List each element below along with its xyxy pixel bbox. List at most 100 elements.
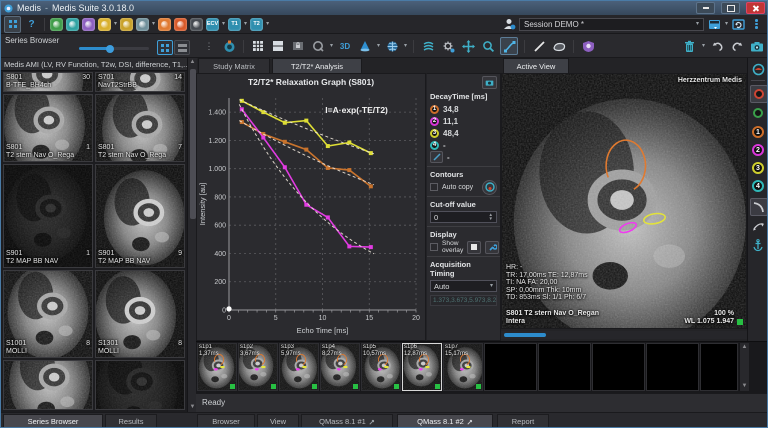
cine-slider-thumb[interactable] xyxy=(504,333,546,337)
stack-button[interactable] xyxy=(420,38,436,54)
q-caret[interactable]: ▾ xyxy=(330,43,333,49)
series-thumbnail[interactable]: S10018MOLLI xyxy=(3,270,93,358)
maximize-button[interactable] xyxy=(721,2,740,14)
settings-button[interactable] xyxy=(440,38,456,54)
line-roi-button[interactable] xyxy=(430,151,443,163)
filmstrip-scrollbar[interactable]: ▲ ▼ xyxy=(739,343,749,391)
series-thumbnail[interactable]: S80130B-TFE_BH4ch xyxy=(3,72,93,92)
tab-qmass-1[interactable]: QMass 8.1 #1 xyxy=(301,414,393,428)
series-thumbnail[interactable]: S9011T2 MAP BB NAV xyxy=(3,164,93,268)
scroll-up-icon[interactable]: ▲ xyxy=(740,343,749,352)
qreport-button[interactable] xyxy=(310,38,326,54)
zoom-button[interactable] xyxy=(480,38,496,54)
cone-caret[interactable]: ▾ xyxy=(377,43,380,49)
title-bar[interactable]: Medis - Medis Suite 3.0.18.0 xyxy=(1,1,767,15)
globe-caret[interactable]: ▾ xyxy=(404,43,407,49)
series-thumbnail[interactable]: S13018MOLLI xyxy=(95,270,185,358)
plugin-button[interactable] xyxy=(580,38,596,54)
tab-series-browser[interactable]: Series Browser xyxy=(3,414,103,428)
tab-report[interactable]: Report xyxy=(497,414,549,428)
phase-thumbnail-selected[interactable]: s1p612,87ms xyxy=(402,343,442,391)
anchor-tool-button[interactable] xyxy=(750,237,766,253)
layout-caret[interactable]: ▾ xyxy=(725,21,728,27)
series-thumbnail[interactable]: S8011T2 stern Nav O_Rega xyxy=(3,94,93,162)
delete-caret[interactable]: ▾ xyxy=(702,43,705,49)
study-header[interactable]: Medis AMI (LV, RV Function, T2w, DSI, di… xyxy=(1,58,187,71)
phase-thumbnail[interactable]: s1p11,37ms xyxy=(197,343,237,391)
show-overlay-checkbox[interactable] xyxy=(430,243,438,251)
tab-active-view[interactable]: Active View xyxy=(503,58,569,73)
split-view-button[interactable] xyxy=(270,38,286,54)
auto-copy-checkbox[interactable] xyxy=(430,183,438,191)
scroll-down-icon[interactable]: ▼ xyxy=(740,382,749,391)
tab-qmass-2[interactable]: QMass 8.1 #2 xyxy=(397,414,493,428)
detect-contours-button[interactable] xyxy=(482,180,497,195)
thumbnail-size-slider[interactable] xyxy=(79,47,149,50)
session-select[interactable]: Session DEMO * ▾ xyxy=(519,18,704,31)
layout-save-button[interactable] xyxy=(707,17,722,32)
measure-line-button[interactable] xyxy=(531,38,547,54)
series-thumbnail[interactable] xyxy=(3,360,93,410)
app-icon-dsi[interactable] xyxy=(174,18,187,31)
series-thumbnail[interactable] xyxy=(95,360,185,410)
app-dropdown-caret[interactable]: ▾ xyxy=(222,21,225,27)
auto-contour-button[interactable] xyxy=(750,61,766,77)
app-icon-function[interactable] xyxy=(136,18,149,31)
app-dropdown-caret[interactable]: ▾ xyxy=(244,21,247,27)
snapshot-button[interactable] xyxy=(749,38,765,54)
overlay-settings-button[interactable] xyxy=(485,241,499,254)
session-refresh-button[interactable] xyxy=(731,17,746,32)
roi4-button[interactable]: 4 xyxy=(750,178,766,194)
flip-arrow-button[interactable] xyxy=(750,218,766,234)
app-icon-t2[interactable]: T2 xyxy=(250,18,263,31)
tab-t2-analysis[interactable]: T2/T2* Analysis xyxy=(272,58,362,73)
series-thumbnail[interactable]: S8017T2 stern Nav O_Rega xyxy=(95,94,185,162)
app-icon-mass[interactable] xyxy=(190,18,203,31)
cutoff-input[interactable]: 0 ▲▼ xyxy=(430,211,497,223)
overlay-style-button[interactable] xyxy=(467,241,481,254)
volume-button[interactable] xyxy=(357,38,373,54)
app-icon-qangio[interactable] xyxy=(120,18,133,31)
minimize-button[interactable] xyxy=(696,2,715,14)
phase-thumbnail[interactable]: s1p23,67ms xyxy=(238,343,278,391)
analysis-home-button[interactable] xyxy=(221,38,237,54)
cine-slider[interactable] xyxy=(501,331,747,339)
tab-study-matrix[interactable]: Study Matrix xyxy=(198,58,270,73)
tab-view[interactable]: View xyxy=(257,414,299,428)
series-thumbnail[interactable]: S70114NavT2StrBB xyxy=(95,72,185,92)
app-icon-t1[interactable]: T1 xyxy=(228,18,241,31)
scrollbar-thumb[interactable] xyxy=(190,69,196,219)
app-dropdown-caret[interactable]: ▾ xyxy=(114,21,117,27)
app-icon-qflow[interactable] xyxy=(66,18,79,31)
slider-knob[interactable] xyxy=(106,45,114,53)
roi2-button[interactable]: 2 xyxy=(750,142,766,158)
roi3-button[interactable]: 3 xyxy=(750,160,766,176)
roi-red-button[interactable] xyxy=(750,85,768,103)
delete-button[interactable] xyxy=(682,38,698,54)
view-3d-button[interactable]: 3D xyxy=(337,38,353,54)
list-view-button[interactable] xyxy=(174,40,190,55)
phase-thumbnail[interactable]: s1p48,27ms xyxy=(320,343,360,391)
acquisition-mode-select[interactable]: Auto ▾ xyxy=(430,280,497,292)
active-view-image[interactable]: Herzzentrum Medis HR: - TR: 17,00ms TE: … xyxy=(501,73,747,329)
app-icon-3dview[interactable] xyxy=(82,18,95,31)
app-icon-t2w[interactable] xyxy=(158,18,171,31)
roi-green-button[interactable] xyxy=(750,105,766,121)
series-thumbnail[interactable]: S9019T2 MAP BB NAV xyxy=(95,164,185,268)
app-icon-ecv[interactable]: ECV xyxy=(206,18,219,31)
app-dropdown-caret[interactable]: ▾ xyxy=(152,21,155,27)
locked-pane-button[interactable] xyxy=(290,38,306,54)
roi1-button[interactable]: 1 xyxy=(750,124,766,140)
undo-button[interactable] xyxy=(709,38,725,54)
close-button[interactable] xyxy=(746,2,765,14)
overflow-menu-button[interactable] xyxy=(749,17,764,32)
phase-thumbnail[interactable]: s1p715,17ms xyxy=(443,343,483,391)
contour-draw-button[interactable] xyxy=(551,38,567,54)
pan-button[interactable] xyxy=(460,38,476,54)
layout-toggle-button[interactable] xyxy=(4,16,21,33)
tab-results[interactable]: Results xyxy=(105,414,157,428)
app-icon-qmass[interactable] xyxy=(50,18,63,31)
app-icon-qstrain[interactable] xyxy=(98,18,111,31)
app-dropdown-caret[interactable]: ▾ xyxy=(266,21,269,27)
grid-view-button[interactable] xyxy=(157,40,173,55)
